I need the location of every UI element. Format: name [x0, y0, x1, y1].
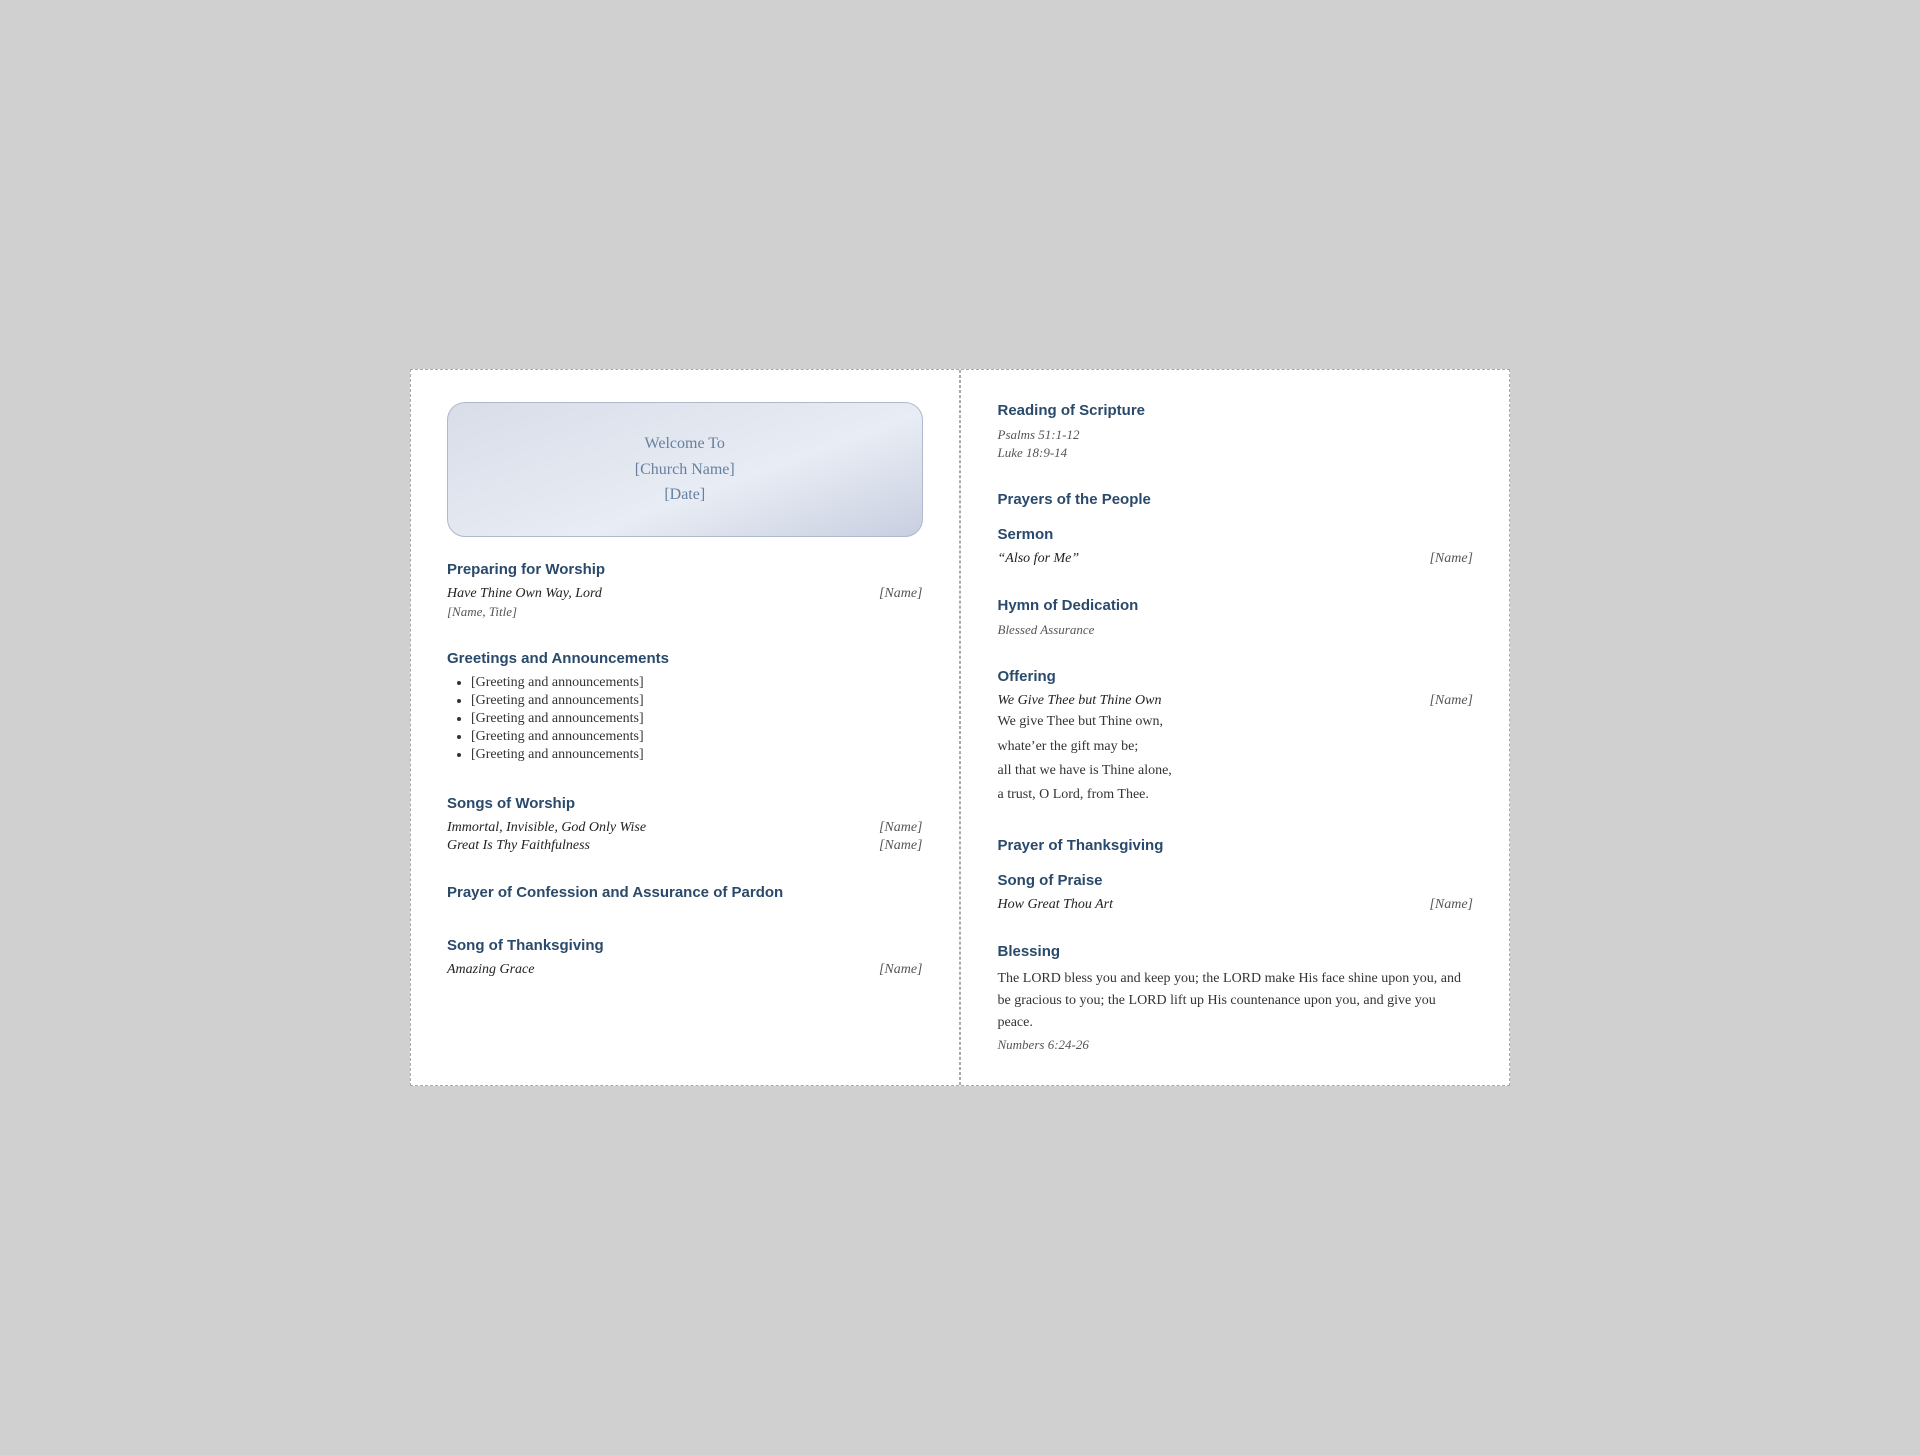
- list-item: [Greeting and announcements]: [471, 675, 923, 691]
- list-item: [Greeting and announcements]: [471, 729, 923, 745]
- song-title-we-give: We Give Thee but Thine Own: [998, 693, 1162, 709]
- song-title-how-great: How Great Thou Art: [998, 897, 1114, 913]
- song-row-how-great: How Great Thou Art [Name]: [998, 897, 1474, 913]
- right-column: Reading of Scripture Psalms 51:1-12 Luke…: [962, 370, 1510, 1085]
- song-row-also-for-me: “Also for Me” [Name]: [998, 551, 1474, 567]
- subtitle-blessed-assurance: Blessed Assurance: [998, 622, 1474, 638]
- song-title-immortal: Immortal, Invisible, God Only Wise: [447, 820, 646, 836]
- welcome-line2: [Church Name]: [635, 461, 735, 478]
- heading-songs-worship: Songs of Worship: [447, 795, 923, 812]
- heading-prayers: Prayers of the People: [998, 491, 1474, 508]
- name-immortal: [Name]: [879, 820, 923, 836]
- greetings-list: [Greeting and announcements] [Greeting a…: [447, 675, 923, 763]
- verse-line-4: a trust, O Lord, from Thee.: [998, 784, 1474, 806]
- heading-offering: Offering: [998, 668, 1474, 685]
- welcome-line3: [Date]: [664, 486, 705, 503]
- song-row-amazing-grace: Amazing Grace [Name]: [447, 962, 923, 978]
- name-also-for-me: [Name]: [1429, 551, 1473, 567]
- name-amazing-grace: [Name]: [879, 962, 923, 978]
- heading-song-praise: Song of Praise: [998, 872, 1474, 889]
- verse-line-3: all that we have is Thine alone,: [998, 760, 1474, 782]
- verse-line-2: whate’er the gift may be;: [998, 736, 1474, 758]
- subtitle-name-title: [Name, Title]: [447, 604, 923, 620]
- heading-song-thanksgiving: Song of Thanksgiving: [447, 937, 923, 954]
- left-column: Welcome To [Church Name] [Date] Preparin…: [411, 370, 960, 1085]
- name-we-give: [Name]: [1429, 693, 1473, 709]
- song-title-amazing-grace: Amazing Grace: [447, 962, 535, 978]
- name-great-is: [Name]: [879, 838, 923, 854]
- heading-hymn-dedication: Hymn of Dedication: [998, 597, 1474, 614]
- song-title-have-thine: Have Thine Own Way, Lord: [447, 586, 602, 602]
- offering-verse: We give Thee but Thine own, whate’er the…: [998, 711, 1474, 807]
- scripture-luke: Luke 18:9-14: [998, 445, 1474, 461]
- blessing-ref: Numbers 6:24-26: [998, 1037, 1474, 1053]
- song-row-we-give: We Give Thee but Thine Own [Name]: [998, 693, 1474, 709]
- list-item: [Greeting and announcements]: [471, 693, 923, 709]
- heading-reading: Reading of Scripture: [998, 402, 1474, 419]
- welcome-line1: Welcome To: [645, 435, 725, 452]
- page: Welcome To [Church Name] [Date] Preparin…: [410, 369, 1510, 1086]
- heading-prayer-thanksgiving: Prayer of Thanksgiving: [998, 837, 1474, 854]
- blessing-text: The LORD bless you and keep you; the LOR…: [998, 968, 1474, 1035]
- name-have-thine: [Name]: [879, 586, 923, 602]
- heading-prayer-confession: Prayer of Confession and Assurance of Pa…: [447, 884, 923, 901]
- song-row-great-is: Great Is Thy Faithfulness [Name]: [447, 838, 923, 854]
- heading-blessing: Blessing: [998, 943, 1474, 960]
- heading-sermon: Sermon: [998, 526, 1474, 543]
- heading-greetings: Greetings and Announcements: [447, 650, 923, 667]
- heading-preparing: Preparing for Worship: [447, 561, 923, 578]
- song-title-great-is: Great Is Thy Faithfulness: [447, 838, 590, 854]
- name-how-great: [Name]: [1429, 897, 1473, 913]
- song-title-also-for-me: “Also for Me”: [998, 551, 1080, 567]
- list-item: [Greeting and announcements]: [471, 711, 923, 727]
- song-row-immortal: Immortal, Invisible, God Only Wise [Name…: [447, 820, 923, 836]
- verse-line-1: We give Thee but Thine own,: [998, 711, 1474, 733]
- welcome-box: Welcome To [Church Name] [Date]: [447, 402, 923, 537]
- list-item: [Greeting and announcements]: [471, 747, 923, 763]
- song-row-have-thine: Have Thine Own Way, Lord [Name]: [447, 586, 923, 602]
- scripture-psalms: Psalms 51:1-12: [998, 427, 1474, 443]
